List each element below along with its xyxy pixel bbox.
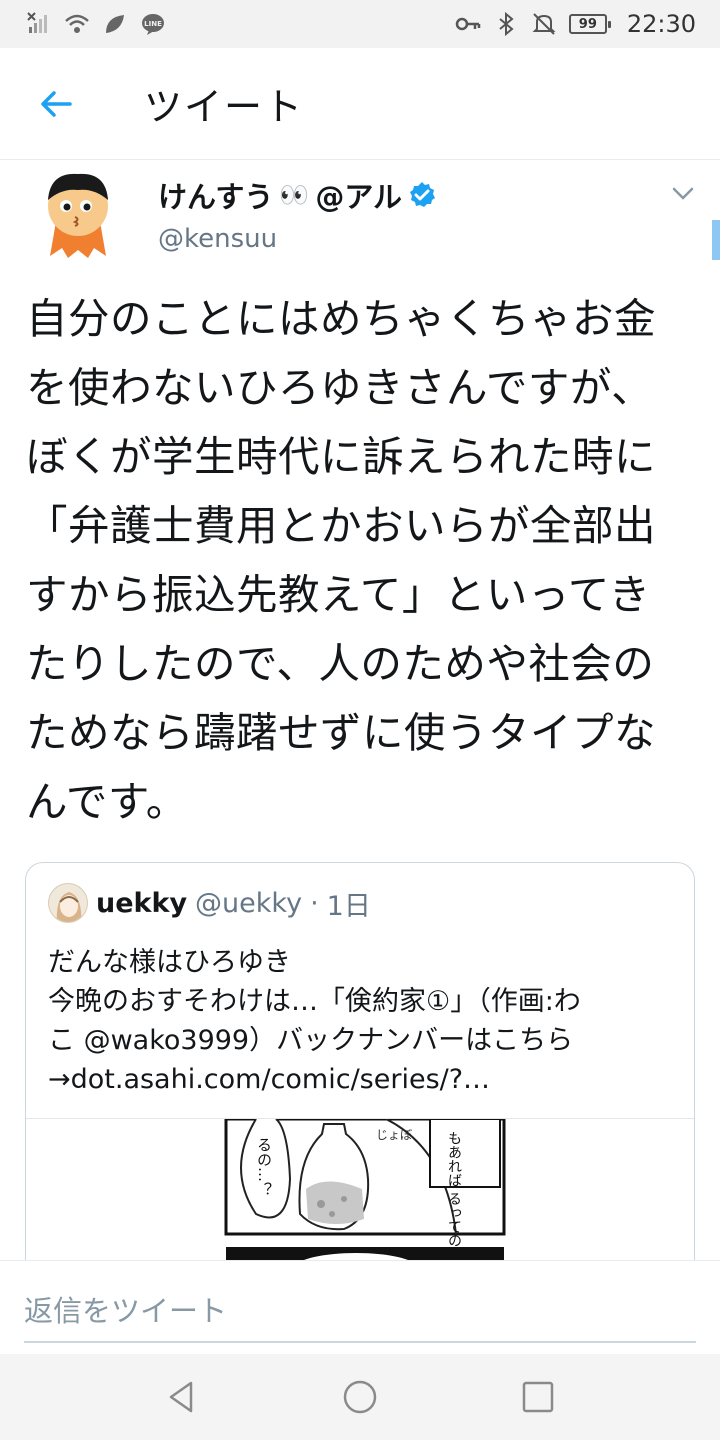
quoted-author-avatar: [48, 883, 88, 923]
status-bar-left: LINE: [26, 11, 166, 37]
quoted-timestamp: 1日: [326, 890, 371, 922]
arrow-left-icon: [41, 90, 72, 117]
nav-home-button[interactable]: [330, 1367, 390, 1427]
nav-back-button[interactable]: [152, 1367, 212, 1427]
author-handle[interactable]: @kensuu: [158, 224, 277, 254]
quoted-author-handle: @uekky: [195, 887, 303, 919]
battery-indicator: 99: [568, 14, 611, 34]
reply-input[interactable]: [24, 1281, 696, 1343]
tweet-detail: けんすう 👀 @アル @kensuu 自分のことにはめちゃくちゃお金 を使わない…: [0, 160, 720, 1260]
manga-speech-1: るの…？: [255, 1137, 273, 1197]
manga-panel-image: るの…？ じょぼ もあれば るってのは: [224, 1119, 506, 1260]
reply-bar: [0, 1260, 720, 1354]
manga-sfx: じょぼ: [376, 1128, 412, 1142]
page-title: ツイート: [144, 85, 305, 129]
quoted-tweet-header: uekky @uekky · 1日: [48, 883, 371, 923]
quoted-author-name: uekky: [96, 887, 188, 919]
triangle-back-icon: [169, 1381, 193, 1413]
wifi-icon: [64, 11, 90, 37]
quoted-tweet-image[interactable]: るの…？ じょぼ もあれば るってのは: [26, 1118, 694, 1260]
bluetooth-icon: [493, 11, 519, 37]
line-app-icon: LINE: [140, 11, 166, 37]
author-display-name: けんすう: [158, 180, 274, 214]
leaf-icon: [102, 11, 128, 37]
author-name-row[interactable]: けんすう 👀 @アル: [158, 174, 436, 216]
circle-home-icon: [343, 1380, 377, 1414]
quoted-tweet-body: だんな様はひろゆき 今晩のおすそわけは…「倹約家①」（作画:わ こ @wako3…: [48, 947, 581, 1095]
square-recents-icon: [522, 1381, 554, 1413]
no-sim-icon: [26, 11, 52, 37]
author-avatar[interactable]: [44, 170, 112, 262]
quoted-separator: ·: [310, 887, 319, 919]
nav-recents-button[interactable]: [508, 1367, 568, 1427]
quoted-tweet-card[interactable]: uekky @uekky · 1日 だんな様はひろゆき 今晩のおすそわけは…「倹…: [25, 862, 695, 1260]
top-app-bar: ツイート: [0, 48, 720, 160]
tweet-body: 自分のことにはめちゃくちゃお金 を使わないひろゆきさんですが、 ぼくが学生時代に…: [26, 294, 657, 826]
scroll-indicator: [712, 220, 720, 260]
author-name-suffix: @アル: [315, 180, 403, 214]
svg-text:LINE: LINE: [144, 20, 162, 28]
back-button[interactable]: [28, 76, 84, 132]
status-bar: LINE 99 22:30: [0, 0, 720, 48]
eyes-emoji: 👀: [279, 181, 310, 209]
manga-speech-2: もあれば るってのは: [446, 1131, 462, 1260]
status-bar-right: 99 22:30: [455, 10, 696, 38]
system-navigation-bar: [0, 1354, 720, 1440]
mute-icon: [531, 11, 557, 37]
status-clock: 22:30: [626, 10, 696, 38]
key-icon: [455, 11, 481, 37]
verified-badge-icon: [410, 182, 436, 207]
chevron-down-icon[interactable]: [668, 178, 698, 208]
